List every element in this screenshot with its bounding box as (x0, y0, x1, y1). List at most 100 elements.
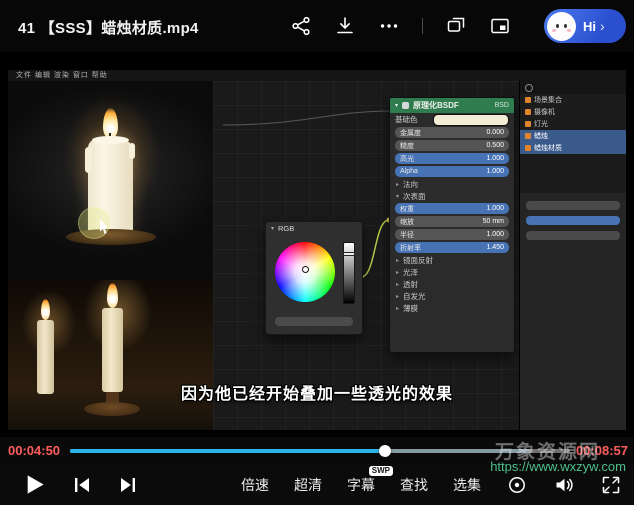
outliner-item[interactable]: 摄像机 (520, 106, 626, 118)
screenshot-icon[interactable] (445, 15, 467, 37)
video-subtitle: 因为他已经开始叠加一些透光的效果 (0, 380, 634, 404)
slider-value: 1.450 (486, 244, 504, 251)
volume-icon[interactable] (553, 474, 575, 496)
caret-right-icon: ▸ (396, 293, 399, 300)
download-icon[interactable] (334, 15, 356, 37)
playlist-button[interactable]: 选集 (453, 475, 481, 495)
quality-button[interactable]: 超清 (294, 475, 322, 495)
assistant-button[interactable]: Hi › (544, 9, 626, 43)
subtitle-button[interactable]: 字幕 SWP (347, 475, 375, 495)
slider-value: 1.000 (486, 168, 504, 175)
node-header[interactable]: ▾ 原理化BSDF BSD (390, 98, 514, 113)
section-emission[interactable]: ▸ 自发光 (390, 290, 514, 302)
value-slider[interactable]: 权重 1.000 (395, 203, 509, 214)
section-transmission[interactable]: ▸ 透射 (390, 278, 514, 290)
share-icon[interactable] (290, 15, 312, 37)
previous-button[interactable] (71, 474, 93, 496)
slider-value: 0.000 (486, 129, 504, 136)
total-time: 00:08:57 (576, 443, 628, 458)
caret-right-icon: ▸ (396, 181, 399, 188)
property-row-alpha[interactable]: Alpha 1.000 (390, 165, 514, 178)
value-slider[interactable]: 金属度 0.000 (395, 127, 509, 138)
color-wheel-cursor[interactable] (302, 266, 309, 273)
color-picker-popup[interactable]: ▾ RGB (265, 221, 363, 335)
node-tag: BSD (495, 102, 509, 109)
property-row-specular[interactable]: 高光 1.000 (390, 152, 514, 165)
slider-value: 1.000 (486, 231, 504, 238)
outliner-item-label: 蜡烛材质 (534, 143, 562, 153)
divider (422, 18, 423, 34)
slider-label: 缩放 (400, 217, 414, 227)
panel-slider[interactable] (526, 216, 620, 225)
node-editor[interactable]: ▾ RGB ▾ 原理化BSDF BSD (213, 81, 520, 430)
slider-value: 1.000 (486, 205, 504, 212)
settings-icon[interactable] (506, 474, 528, 496)
property-row-roughness[interactable]: 糙度 0.500 (390, 139, 514, 152)
picker-slider[interactable] (275, 317, 353, 326)
outliner-item-selected[interactable]: 蜡烛 (520, 130, 626, 142)
more-icon[interactable] (378, 15, 400, 37)
value-slider-handle[interactable] (343, 252, 355, 256)
principled-bsdf-node[interactable]: ▾ 原理化BSDF BSD 基础色 金属度 0.000 (389, 97, 515, 353)
socket-normal[interactable]: ▸ 法向 (390, 178, 514, 190)
value-slider[interactable]: 折射率 1.450 (395, 242, 509, 253)
base-color-swatch[interactable] (433, 114, 509, 126)
property-row-metallic[interactable]: 金属度 0.000 (390, 126, 514, 139)
color-picker-title: RGB (278, 224, 294, 233)
section-label: 自发光 (403, 291, 426, 302)
outliner-item[interactable]: 场景集合 (520, 94, 626, 106)
value-slider[interactable] (343, 242, 355, 304)
pip-icon[interactable] (489, 15, 511, 37)
progress-bar[interactable] (70, 449, 570, 453)
section-subsurface[interactable]: ▾ 次表面 (390, 190, 514, 202)
player-window: 41 【SSS】蜡烛材质.mp4 (0, 0, 634, 505)
next-button[interactable] (117, 474, 139, 496)
value-slider[interactable]: Alpha 1.000 (395, 166, 509, 177)
outliner-header (520, 81, 626, 94)
value-slider[interactable]: 高光 1.000 (395, 153, 509, 164)
current-time: 00:04:50 (8, 443, 60, 458)
checkbox-icon[interactable] (402, 102, 409, 109)
play-button[interactable] (22, 472, 47, 497)
property-row-weight[interactable]: 权重 1.000 (390, 202, 514, 215)
section-thinfilm[interactable]: ▸ 薄膜 (390, 302, 514, 314)
slider-label: Alpha (400, 168, 418, 175)
fullscreen-icon[interactable] (600, 474, 622, 496)
render-viewport[interactable] (8, 81, 214, 281)
progress-knob[interactable] (379, 445, 391, 457)
panel-slider[interactable] (526, 201, 620, 210)
section-sheen[interactable]: ▸ 光泽 (390, 266, 514, 278)
section-specular[interactable]: ▸ 镜面反射 (390, 254, 514, 266)
outliner-item-selected[interactable]: 蜡烛材质 (520, 142, 626, 154)
video-title: 41 【SSS】蜡烛材质.mp4 (18, 17, 199, 38)
node-title: 原理化BSDF (413, 100, 459, 111)
property-label: 基础色 (395, 114, 429, 125)
outliner-item[interactable]: 灯光 (520, 118, 626, 130)
caret-down-icon: ▾ (271, 225, 274, 232)
panel-slider[interactable] (526, 231, 620, 240)
search-button[interactable]: 查找 (400, 475, 428, 495)
search-icon[interactable] (525, 84, 533, 92)
value-slider[interactable]: 半径 1.000 (395, 229, 509, 240)
property-row-base-color[interactable]: 基础色 (390, 113, 514, 126)
titlebar-actions (290, 15, 511, 37)
playback-controls (22, 464, 139, 505)
speed-button[interactable]: 倍速 (241, 475, 269, 495)
material-icon (525, 145, 531, 151)
property-row-radius[interactable]: 半径 1.000 (390, 228, 514, 241)
caret-down-icon[interactable]: ▾ (395, 102, 398, 109)
value-slider[interactable]: 糙度 0.500 (395, 140, 509, 151)
property-row-ior[interactable]: 折射率 1.450 (390, 241, 514, 254)
section-label: 薄膜 (403, 303, 418, 314)
light-icon (525, 121, 531, 127)
reference-viewport[interactable] (8, 280, 214, 430)
value-slider[interactable]: 缩放 50 mm (395, 216, 509, 227)
outliner-item-label: 灯光 (534, 119, 548, 129)
video-surface[interactable]: 文件 编辑 渲染 窗口 帮助 (0, 52, 634, 437)
property-row-scale[interactable]: 缩放 50 mm (390, 215, 514, 228)
camera-icon (525, 109, 531, 115)
outliner-panel[interactable]: 场景集合 摄像机 灯光 蜡烛 (520, 81, 626, 194)
control-bar: 倍速 超清 字幕 SWP 查找 选集 (0, 464, 634, 505)
player-options: 倍速 超清 字幕 SWP 查找 选集 (241, 464, 622, 505)
socket-label: 法向 (403, 179, 418, 190)
